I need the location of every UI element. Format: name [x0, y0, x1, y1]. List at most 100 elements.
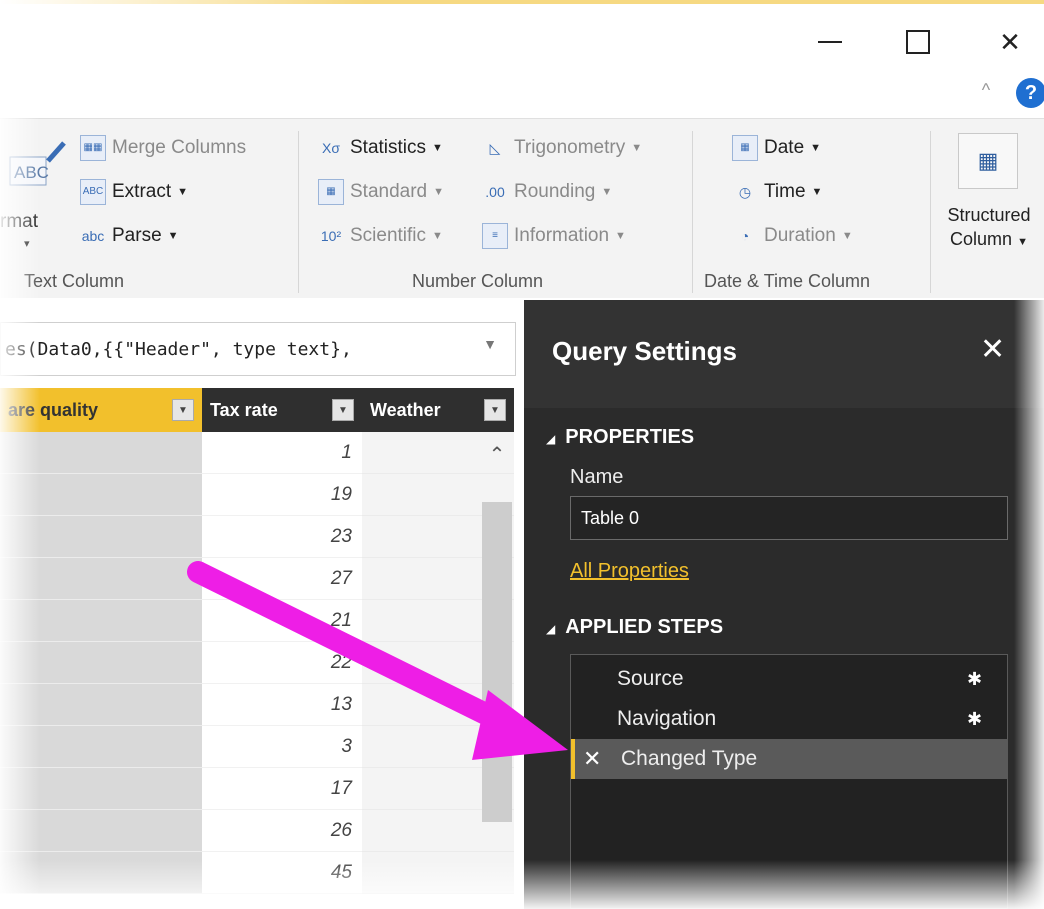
scientific-dropdown-icon: ▼: [432, 230, 443, 242]
help-icon[interactable]: ?: [1016, 78, 1044, 108]
column-header-quality[interactable]: are quality ▼: [0, 388, 202, 432]
duration-dropdown-icon: ▼: [841, 230, 853, 242]
extract-button[interactable]: ABC Extract ▼: [80, 179, 188, 205]
table-row: 21: [0, 600, 514, 642]
standard-icon: ▦: [318, 179, 344, 205]
step-label: Navigation: [617, 707, 717, 730]
table-cell[interactable]: [0, 558, 202, 600]
tax-rate-cell[interactable]: 22: [202, 642, 362, 684]
title-bar: ✕: [0, 4, 1044, 74]
vertical-scrollbar[interactable]: ⌃: [482, 442, 512, 902]
structured-column-icon[interactable]: ▦: [958, 133, 1018, 189]
close-panel-icon[interactable]: ✕: [980, 332, 1005, 367]
scroll-thumb[interactable]: [482, 502, 512, 822]
table-cell[interactable]: [0, 810, 202, 852]
all-properties-link[interactable]: All Properties: [570, 560, 689, 583]
tax-rate-cell[interactable]: 13: [202, 684, 362, 726]
step-label: Source: [617, 667, 684, 690]
table-cell[interactable]: [0, 726, 202, 768]
delete-step-icon[interactable]: ✕: [583, 746, 601, 772]
merge-columns-button[interactable]: ▦▦ Merge Columns: [80, 135, 246, 161]
information-dropdown-icon: ▼: [615, 230, 626, 242]
column-filter-icon[interactable]: ▼: [332, 399, 354, 421]
date-dropdown-icon: ▼: [810, 142, 822, 154]
table-cell[interactable]: [0, 852, 202, 894]
expand-formula-icon[interactable]: ▼: [478, 336, 502, 360]
step-item-navigation[interactable]: Navigation ✱: [571, 699, 1007, 739]
statistics-button[interactable]: Xσ Statistics ▼: [318, 135, 443, 161]
query-name-value: Table 0: [581, 507, 640, 528]
tax-rate-cell[interactable]: 19: [202, 474, 362, 516]
scientific-button[interactable]: 10² Scientific ▼: [318, 223, 443, 249]
trigonometry-dropdown-icon: ▼: [631, 142, 643, 154]
step-item-source[interactable]: Source ✱: [571, 659, 1007, 699]
parse-button[interactable]: abc Parse ▼: [80, 223, 179, 249]
table-row: 22: [0, 642, 514, 684]
column-header-weather[interactable]: Weather ▼: [362, 388, 514, 432]
rounding-button[interactable]: .00 Rounding ▼: [482, 179, 612, 205]
minimize-button[interactable]: [810, 24, 850, 60]
table-cell[interactable]: [0, 684, 202, 726]
formula-bar[interactable]: es(Data0,{{"Header", type text},: [0, 322, 516, 376]
number-column-group-label: Number Column: [412, 271, 544, 291]
gear-icon[interactable]: ✱: [967, 709, 982, 730]
date-button[interactable]: ▦ Date ▼: [732, 135, 821, 161]
format-dropdown-icon[interactable]: ▾: [24, 237, 30, 250]
standard-button[interactable]: ▦ Standard ▼: [318, 179, 444, 205]
format-label: rmat: [0, 211, 38, 232]
close-window-button[interactable]: ✕: [990, 24, 1030, 60]
table-cell[interactable]: [0, 432, 202, 474]
format-icon[interactable]: ABC: [8, 135, 66, 195]
tax-rate-cell[interactable]: 23: [202, 516, 362, 558]
tax-rate-cell[interactable]: 26: [202, 810, 362, 852]
statistics-dropdown-icon: ▼: [432, 142, 443, 154]
table-cell[interactable]: [0, 474, 202, 516]
tax-rate-cell[interactable]: 17: [202, 768, 362, 810]
query-name-input[interactable]: Table 0: [570, 496, 1008, 540]
structured-label-line2: Column: [950, 229, 1013, 249]
time-button[interactable]: ◷ Time ▼: [732, 179, 823, 205]
duration-button[interactable]: ◔ Duration ▼: [732, 223, 853, 249]
table-row: 23: [0, 516, 514, 558]
parse-icon: abc: [81, 228, 105, 244]
table-cell[interactable]: [0, 642, 202, 684]
query-settings-title: Query Settings: [552, 336, 737, 366]
parse-dropdown-icon: ▼: [167, 230, 179, 242]
tax-rate-cell[interactable]: 45: [202, 852, 362, 894]
time-dropdown-icon: ▼: [811, 186, 823, 198]
table-row: 45: [0, 852, 514, 894]
table-row: 13: [0, 684, 514, 726]
table-cell[interactable]: [0, 516, 202, 558]
applied-steps-heading: APPLIED STEPS: [565, 616, 724, 638]
scroll-up-icon[interactable]: ⌃: [486, 442, 508, 472]
merge-columns-label: Merge Columns: [112, 137, 247, 158]
gear-icon[interactable]: ✱: [967, 669, 982, 690]
maximize-button[interactable]: [898, 24, 938, 60]
standard-dropdown-icon: ▼: [433, 186, 445, 198]
information-button[interactable]: ≡ Information ▼: [482, 223, 626, 249]
parse-label: Parse: [112, 225, 162, 246]
table-cell[interactable]: [0, 600, 202, 642]
properties-section-header[interactable]: ◢ PROPERTIES: [546, 426, 694, 449]
column-filter-icon[interactable]: ▼: [172, 399, 194, 421]
collapse-triangle-icon: ◢: [546, 622, 556, 636]
step-item-changed-type[interactable]: ✕ Changed Type: [571, 739, 1007, 779]
structured-column-button[interactable]: Structured Column ▼: [934, 203, 1044, 254]
table-row: 3: [0, 726, 514, 768]
collapse-ribbon-icon[interactable]: ^: [974, 80, 998, 104]
tax-rate-cell[interactable]: 21: [202, 600, 362, 642]
tax-rate-cell[interactable]: 1: [202, 432, 362, 474]
trigonometry-button[interactable]: ◺ Trigonometry ▼: [482, 135, 643, 161]
tax-rate-cell[interactable]: 27: [202, 558, 362, 600]
applied-steps-section-header[interactable]: ◢ APPLIED STEPS: [546, 616, 723, 639]
statistics-label: Statistics: [350, 137, 427, 158]
text-column-group-label: Text Column: [24, 271, 125, 291]
format-button[interactable]: rmat: [0, 211, 38, 233]
merge-columns-icon: ▦▦: [80, 135, 106, 161]
column-header-tax-rate[interactable]: Tax rate ▼: [202, 388, 362, 432]
formula-text: es(Data0,{{"Header", type text},: [5, 338, 352, 360]
table-cell[interactable]: [0, 768, 202, 810]
structured-label-line1: Structured: [947, 205, 1031, 225]
tax-rate-cell[interactable]: 3: [202, 726, 362, 768]
column-filter-icon[interactable]: ▼: [484, 399, 506, 421]
